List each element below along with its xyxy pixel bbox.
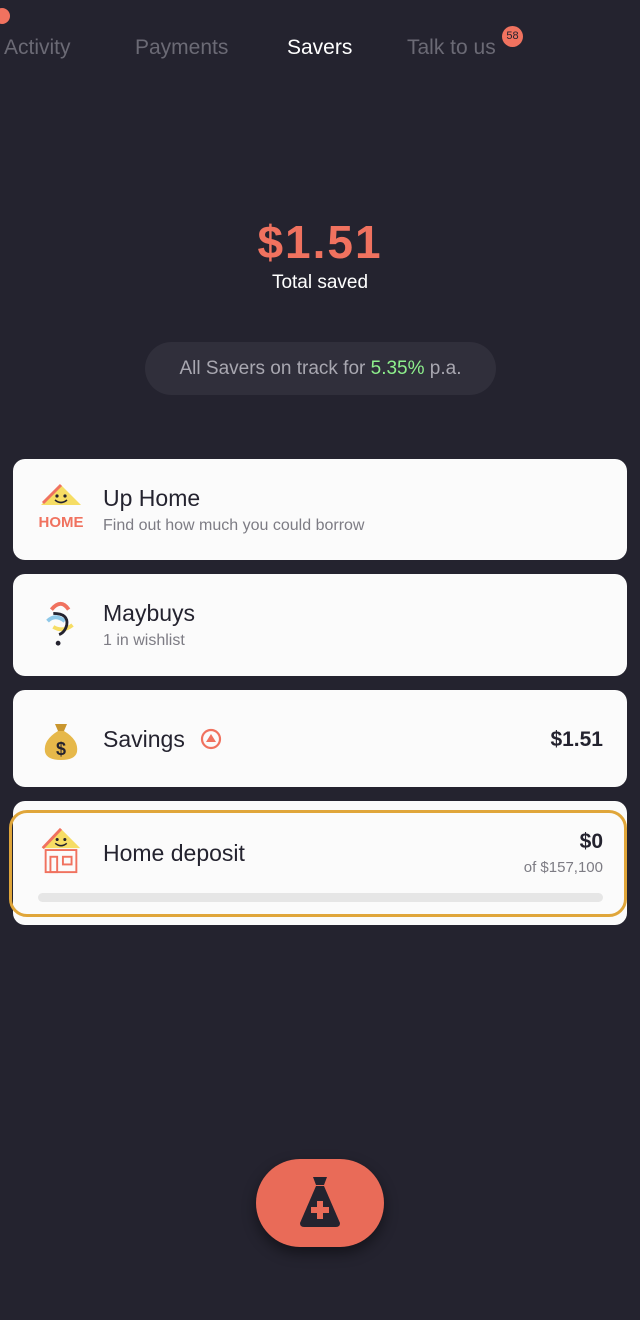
interest-rate: 5.35% — [370, 358, 425, 379]
rate-prefix: All Savers on track for — [179, 358, 371, 379]
svg-text:$: $ — [56, 739, 66, 759]
card-title: Up Home — [103, 485, 201, 511]
card-subtitle: 1 in wishlist — [103, 632, 185, 649]
question-swirl-icon — [46, 601, 74, 646]
unread-badge: 58 — [502, 26, 523, 47]
card-maybuys[interactable]: Maybuys 1 in wishlist — [13, 574, 627, 676]
card-subtitle: Find out how much you could borrow — [103, 517, 365, 534]
tab-activity[interactable]: Activity — [4, 36, 71, 60]
savers-rate-pill[interactable]: All Savers on track for 5.35% p.a. — [145, 342, 496, 395]
tab-talk-to-us[interactable]: Talk to us — [407, 36, 496, 60]
money-bag-plus-icon — [300, 1177, 340, 1227]
card-savings[interactable]: $ Savings $1.51 — [13, 690, 627, 787]
card-title: Maybuys — [103, 600, 196, 626]
up-arrow-circle-icon — [200, 728, 222, 750]
money-bag-icon: $ — [44, 724, 78, 760]
savings-balance: $1.51 — [550, 728, 603, 751]
svg-text:HOME: HOME — [39, 514, 83, 531]
card-up-home[interactable]: HOME Up Home Find out how much you could… — [13, 459, 627, 560]
notification-dot — [0, 8, 10, 24]
add-saver-button[interactable] — [256, 1159, 384, 1247]
top-tab-bar: Activity Payments Savers Talk to us 58 — [0, 0, 640, 100]
selection-highlight — [9, 810, 627, 917]
tab-payments[interactable]: Payments — [135, 36, 228, 60]
total-saved-amount: $1.51 — [257, 216, 383, 268]
rate-suffix: p.a. — [424, 358, 462, 379]
card-title: Savings — [103, 726, 185, 752]
home-smile-icon: HOME — [39, 483, 83, 531]
total-saved-label: Total saved — [271, 272, 369, 293]
tab-savers[interactable]: Savers — [287, 36, 352, 60]
